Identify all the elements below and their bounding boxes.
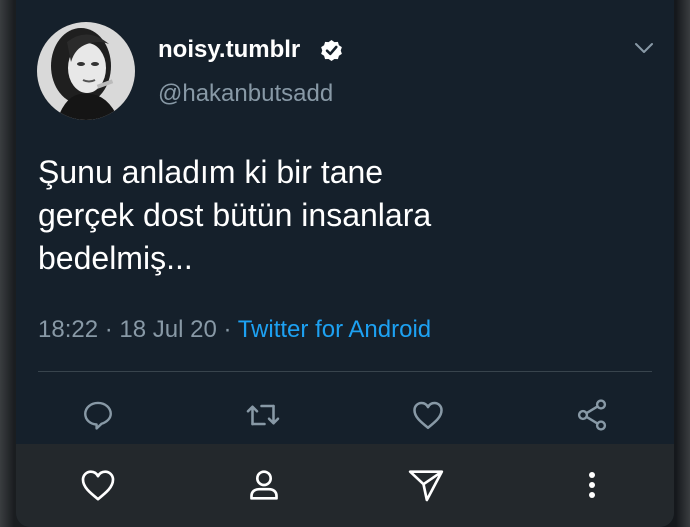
nav-like-button[interactable] (76, 463, 120, 507)
reply-icon (84, 401, 112, 430)
share-button[interactable] (572, 395, 612, 435)
retweet-icon (246, 404, 280, 426)
meta-separator: · (223, 316, 232, 343)
nav-more-button[interactable] (570, 463, 614, 507)
tweet-text-line: bedelmiş... (38, 240, 193, 276)
reply-button[interactable] (78, 395, 118, 435)
tweet-meta: 18:22 · 18 Jul 20 · Twitter for Android (38, 316, 431, 344)
like-icon (413, 401, 443, 430)
divider (38, 371, 652, 372)
more-vertical-icon (589, 472, 595, 498)
tweet-source-link[interactable]: Twitter for Android (238, 316, 431, 343)
heart-icon (81, 470, 115, 501)
meta-separator: · (104, 316, 113, 343)
send-icon (408, 470, 444, 502)
person-icon (250, 470, 278, 500)
chevron-down-icon[interactable] (633, 40, 655, 56)
tweet-text-line: Şunu anladım ki bir tane (38, 154, 384, 190)
tweet-time: 18:22 (38, 316, 99, 343)
nav-profile-button[interactable] (242, 463, 286, 507)
retweet-button[interactable] (243, 395, 283, 435)
verified-badge-icon (321, 40, 342, 61)
tweet-text-line: gerçek dost bütün insanlara (38, 197, 432, 233)
like-button[interactable] (408, 395, 448, 435)
tweet-screen: noisy.tumblr @hakanbutsadd Şunu anladım … (16, 0, 674, 527)
tweet-text: Şunu anladım ki bir tane gerçek dost büt… (38, 151, 648, 280)
display-name[interactable]: noisy.tumblr (158, 36, 300, 64)
tweet-date: 18 Jul 20 (119, 316, 217, 343)
share-icon (577, 399, 607, 431)
nav-send-button[interactable] (404, 463, 448, 507)
avatar[interactable] (37, 22, 135, 120)
bottom-navbar (16, 444, 674, 527)
avatar-photo (37, 22, 135, 120)
user-handle[interactable]: @hakanbutsadd (158, 80, 333, 108)
